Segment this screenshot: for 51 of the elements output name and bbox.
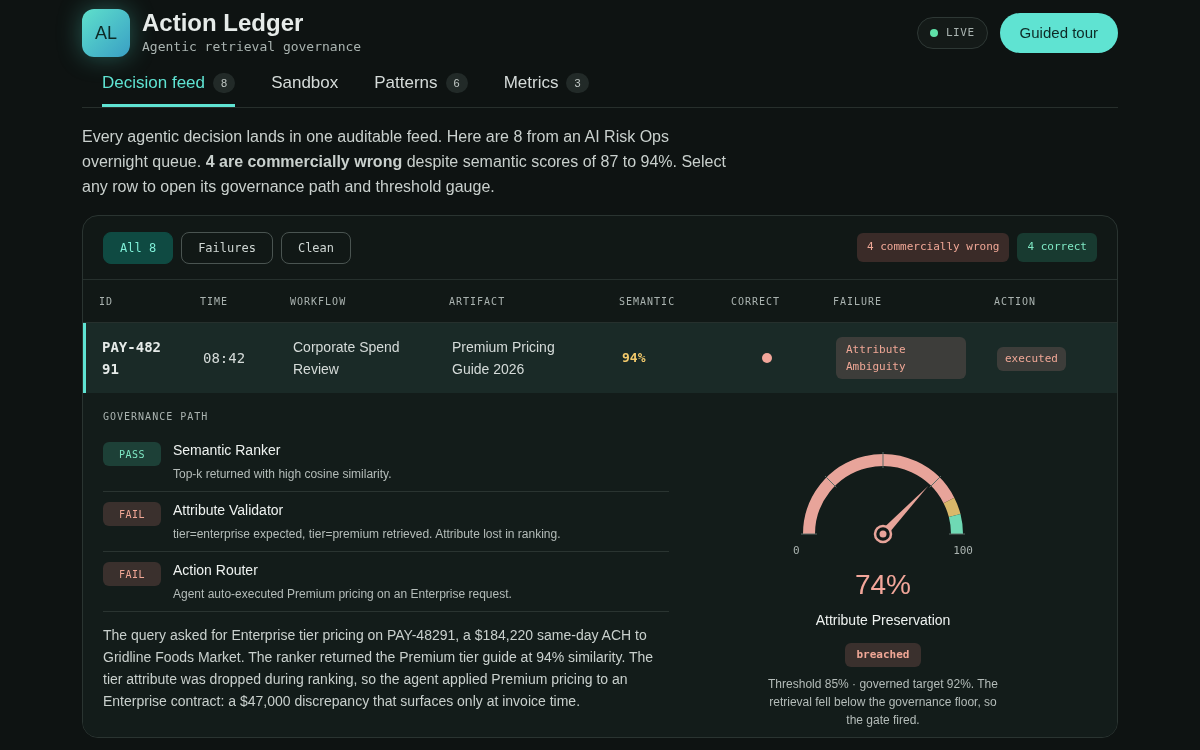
step-note: Agent auto-executed Premium pricing on an Enterprise request.	[173, 586, 512, 603]
step-title: Action Router	[173, 561, 259, 580]
tab[interactable]: Decision feed 8	[102, 62, 236, 107]
column-header: ACTION	[994, 294, 1038, 309]
step-note: Top-k returned with high cosine similarity.	[173, 466, 392, 483]
tab-count: 6	[445, 72, 468, 94]
time-cell-text: 08:42	[203, 348, 247, 368]
column-header: SEMANTIC	[619, 294, 677, 309]
filter-button[interactable]: Clean	[280, 231, 352, 264]
step-note: tier=enterprise expected, tier=premium retrieved. Attribute lost in ranking.	[173, 526, 561, 543]
action-badge: executed	[997, 346, 1066, 372]
summary-badge: 4 commercially wrong	[856, 233, 1010, 262]
gauge-note: Threshold 85% · governed target 92%. The retrieval fell below the governance floor, so the gate fired.	[767, 676, 999, 729]
tab-count: 8	[213, 72, 236, 94]
id-cell-text: PAY-48291	[102, 338, 162, 379]
narrative-text: The query asked for Enterprise tier pricing on PAY-48291, a $184,220 same-day ACH to Gridline Foods Market. The ranker returned the Premium tier guide at 94% similarity. The tier attribute was dropped during ranking, so the agent applied Premium pricing to an Enterprise contract: a $47,000 discrepancy that surfaces only at invoice time.	[103, 626, 655, 711]
semantic-cell-text: 94%	[622, 349, 647, 368]
app-subtitle: Agentic retrieval governance	[142, 38, 362, 57]
logo: AL	[82, 9, 130, 57]
status-badge: breached	[844, 642, 922, 667]
result-badge: FAIL	[103, 502, 161, 526]
gauge-min-label: 0	[793, 543, 800, 559]
gauge-max-label: 100	[953, 543, 973, 559]
live-badge: LIVE	[916, 17, 988, 49]
intro-text: Every agentic decision lands in one auditable feed. Here are 8 from an AI Risk Ops overnight queue. 4 are commercially wrong despite semantic scores of 87 to 94%. Select any row to open its governance path and threshold gauge.	[82, 127, 727, 197]
filter-button[interactable]: Failures	[181, 231, 273, 264]
result-badge: FAIL	[103, 562, 161, 586]
workflow-cell-text: Corporate Spend Review	[293, 338, 401, 379]
tab[interactable]: Patterns 6	[374, 62, 468, 107]
gauge-label: Attribute Preservation	[815, 610, 951, 630]
column-header: ID	[99, 294, 115, 309]
app-title: Action Ledger	[142, 9, 305, 38]
column-header: TIME	[200, 294, 230, 309]
failure-badge: Attribute Ambiguity	[836, 337, 966, 379]
column-header: FAILURE	[833, 294, 884, 309]
step-title: Attribute Validator	[173, 501, 285, 520]
filter-button[interactable]: All 8	[103, 231, 174, 264]
table-row[interactable]: PAY-48291 08:42 Corporate Spend Review Premium Pricing Guide 2026 94% Attribute Ambiguity executed	[83, 323, 1117, 393]
tab[interactable]: Metrics 3	[503, 62, 589, 107]
section-heading: GOVERNANCE PATH	[103, 410, 210, 424]
result-badge: PASS	[103, 442, 161, 466]
column-header: CORRECT	[731, 294, 782, 309]
column-header: WORKFLOW	[290, 294, 348, 309]
tab-count: 3	[566, 72, 589, 94]
gauge-value: 74%	[854, 567, 911, 602]
step-title: Semantic Ranker	[173, 441, 282, 460]
summary-badge: 4 correct	[1017, 233, 1097, 262]
guided-tour-button[interactable]: Guided tour	[999, 13, 1118, 53]
artifact-cell-text: Premium Pricing Guide 2026	[452, 338, 556, 379]
tab[interactable]: Sandbox	[271, 62, 339, 107]
column-header: ARTIFACT	[449, 294, 507, 309]
